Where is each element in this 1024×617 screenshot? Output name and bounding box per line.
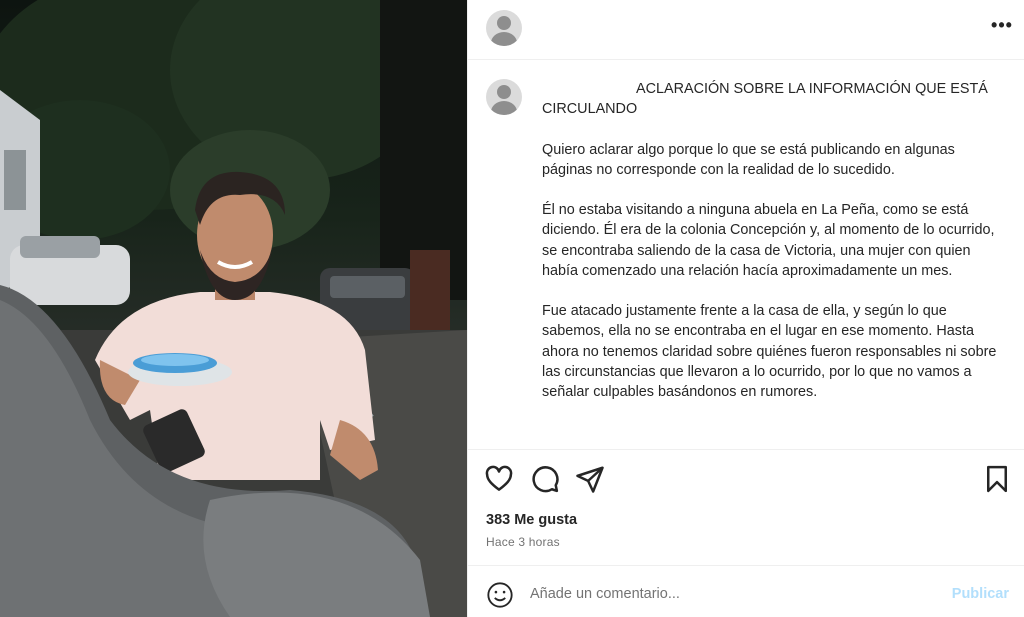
author-avatar[interactable] — [486, 10, 522, 46]
caption-paragraph-1: Quiero aclarar algo porque lo que se est… — [542, 141, 959, 178]
post-time[interactable]: Hace 3 horas — [486, 535, 560, 549]
caption-text: ACLARACIÓN SOBRE LA INFORMACIÓN QUE ESTÁ… — [542, 79, 1002, 402]
post-header: ••• — [468, 0, 1024, 60]
likes-count[interactable]: 383 Me gusta — [486, 512, 577, 528]
caption-title: ACLARACIÓN SOBRE LA INFORMACIÓN QUE ESTÁ… — [542, 81, 992, 118]
comment-bar: Publicar — [468, 565, 1024, 617]
post-actions: 383 Me gusta Hace 3 horas — [468, 449, 1024, 565]
post-photo[interactable] — [0, 0, 467, 617]
more-options-icon[interactable]: ••• — [989, 14, 1015, 40]
publish-button[interactable]: Publicar — [952, 586, 1009, 602]
emoji-icon[interactable] — [486, 581, 514, 609]
heart-icon[interactable] — [484, 464, 514, 494]
share-icon[interactable] — [575, 464, 605, 494]
caption-paragraph-2: Él no estaba visitando a ninguna abuela … — [542, 202, 999, 279]
caption-area: ACLARACIÓN SOBRE LA INFORMACIÓN QUE ESTÁ… — [468, 61, 1024, 449]
caption-author-avatar[interactable] — [486, 79, 522, 115]
bookmark-icon[interactable] — [982, 464, 1012, 494]
photo-illustration — [0, 0, 467, 617]
comment-icon[interactable] — [530, 464, 560, 494]
comment-input[interactable] — [530, 579, 930, 609]
post-panel: ••• ACLARACIÓN SOBRE LA INFORMACIÓN QUE … — [467, 0, 1024, 617]
caption-paragraph-3: Fue atacado justamente frente a la casa … — [542, 303, 1001, 401]
